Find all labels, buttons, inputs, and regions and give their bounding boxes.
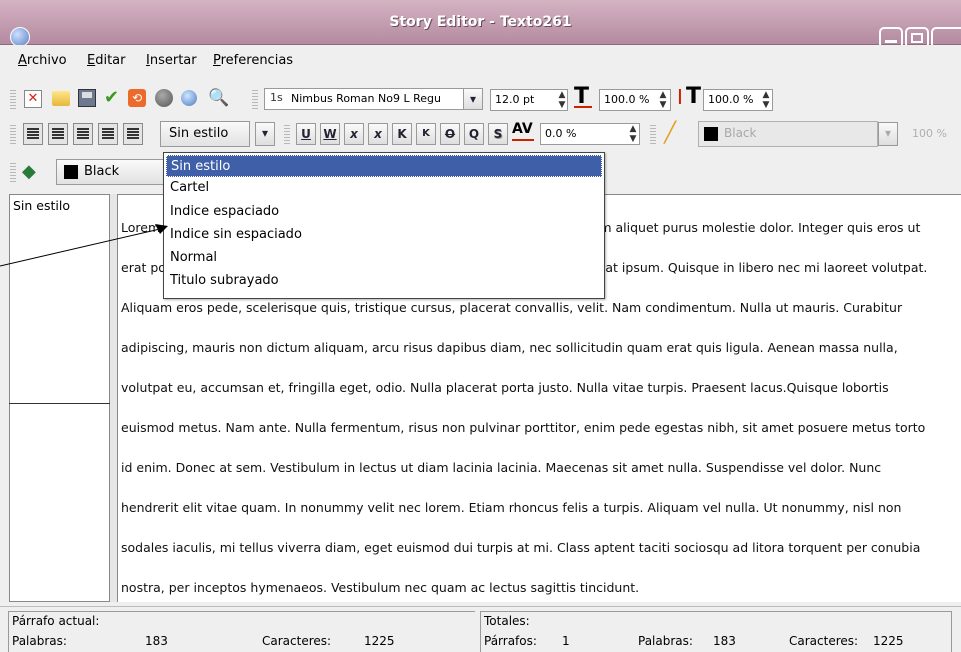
- totals-label: Totales:: [484, 614, 530, 628]
- current-para-label: Párrafo actual:: [12, 614, 100, 628]
- words-label: Palabras:: [12, 634, 67, 648]
- paragraphs-label: Párrafos:: [484, 634, 537, 648]
- total-words-label: Palabras:: [638, 634, 693, 648]
- pointer-overlay: [0, 224, 168, 267]
- total-chars-label: Caracteres:: [789, 634, 859, 648]
- callout-line: [0, 228, 161, 267]
- words-value: 183: [145, 634, 168, 648]
- chars-label: Caracteres:: [262, 634, 332, 648]
- total-words-value: 183: [713, 634, 736, 648]
- total-chars-value: 1225: [873, 634, 904, 648]
- chars-value: 1225: [364, 634, 395, 648]
- mouse-pointer-icon: [155, 224, 168, 234]
- paragraphs-value: 1: [562, 634, 570, 648]
